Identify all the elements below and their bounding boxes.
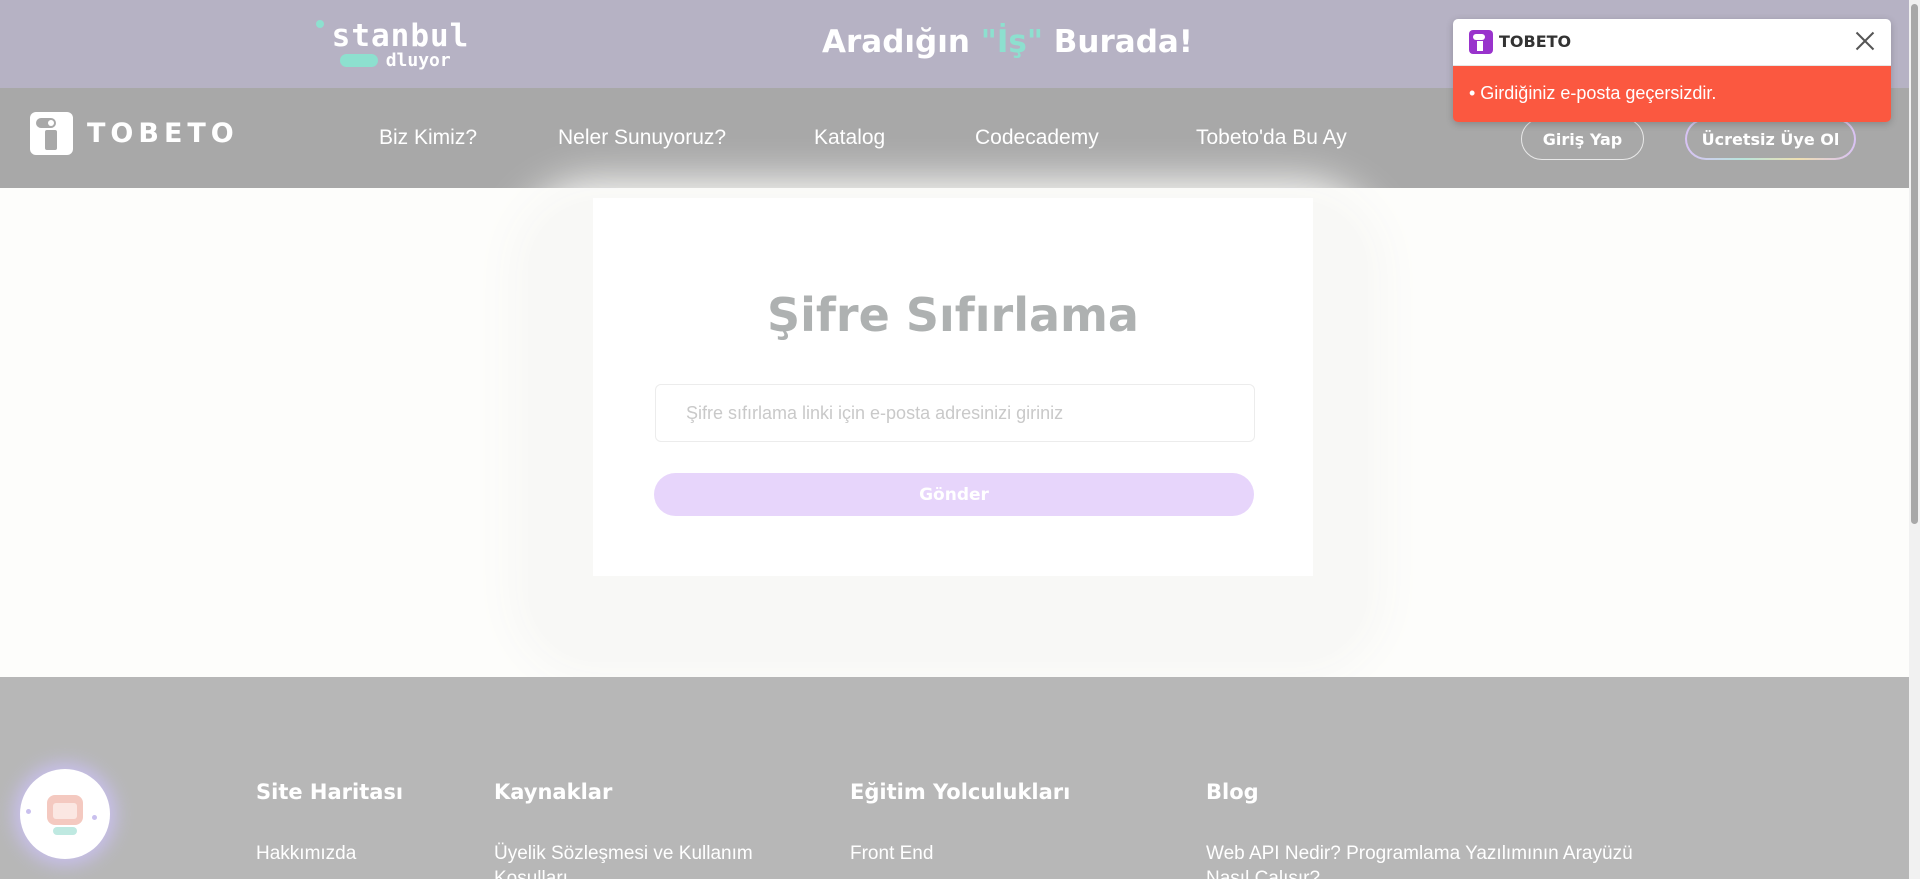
signup-button[interactable]: Ücretsiz Üye Ol [1685, 118, 1856, 160]
footer-link-web-api-cont[interactable]: Nasıl Çalışır? [1206, 868, 1320, 879]
login-button[interactable]: Giriş Yap [1521, 118, 1644, 160]
chatbot-icon [43, 791, 87, 837]
toast-title: TOBETO [1499, 32, 1572, 51]
footer-link-uyelik-cont[interactable]: Koşulları [494, 868, 568, 879]
logo-top-text: istanbul [331, 18, 470, 54]
footer-link-web-api[interactable]: Web API Nedir? Programlama Yazılımının A… [1206, 843, 1633, 865]
footer-link-front-end[interactable]: Front End [850, 843, 933, 865]
scrollbar-thumb[interactable] [1911, 4, 1918, 524]
signup-label: Ücretsiz Üye Ol [1687, 120, 1854, 158]
close-icon[interactable] [1851, 27, 1879, 55]
send-button[interactable]: Gönder [654, 473, 1254, 516]
email-field[interactable] [655, 384, 1255, 442]
reset-password-card: Şifre Sıfırlama Gönder [593, 198, 1313, 576]
tobeto-logo-icon [30, 111, 73, 155]
tobeto-brand[interactable]: TOBETO [30, 111, 239, 155]
footer-link-uyelik[interactable]: Üyelik Sözleşmesi ve Kullanım [494, 843, 753, 865]
nav-link-codecademy[interactable]: Codecademy [975, 126, 1099, 150]
chat-dot [92, 815, 97, 820]
nav-link-biz-kimiz[interactable]: Biz Kimiz? [379, 126, 477, 150]
nav-link-tobeto-bu-ay[interactable]: Tobeto'da Bu Ay [1196, 126, 1347, 150]
error-toast: TOBETO • Girdiğiniz e-posta geçersizdir. [1453, 19, 1891, 122]
chatbot-button[interactable] [20, 769, 110, 859]
footer-heading-egitim: Eğitim Yolculukları [850, 780, 1071, 804]
tobeto-toast-icon [1469, 30, 1493, 54]
nav-link-katalog[interactable]: Katalog [814, 126, 885, 150]
footer-heading-site-haritasi: Site Haritası [256, 780, 404, 804]
footer-heading-blog: Blog [1206, 780, 1259, 804]
logo-bottom-text: Kodluyor [385, 50, 451, 71]
page-title: Şifre Sıfırlama [767, 288, 1139, 342]
banner-slogan: Aradığın "İş" Burada! [822, 24, 1193, 60]
istanbul-kodluyor-logo[interactable]: istanbul Kodluyor [312, 18, 468, 72]
footer-heading-kaynaklar: Kaynaklar [494, 780, 613, 804]
footer-link-hakkimizda[interactable]: Hakkımızda [256, 843, 356, 865]
toast-message: • Girdiğiniz e-posta geçersizdir. [1453, 66, 1891, 122]
toast-header: TOBETO [1453, 19, 1891, 66]
slogan-highlight: "İş" [980, 24, 1043, 60]
brand-name: TOBETO [87, 117, 239, 149]
logo-dot [316, 20, 324, 28]
nav-link-neler-sunuyoruz[interactable]: Neler Sunuyoruz? [558, 126, 726, 150]
page-scrollbar[interactable] [1909, 0, 1920, 879]
chat-dot [26, 809, 31, 814]
